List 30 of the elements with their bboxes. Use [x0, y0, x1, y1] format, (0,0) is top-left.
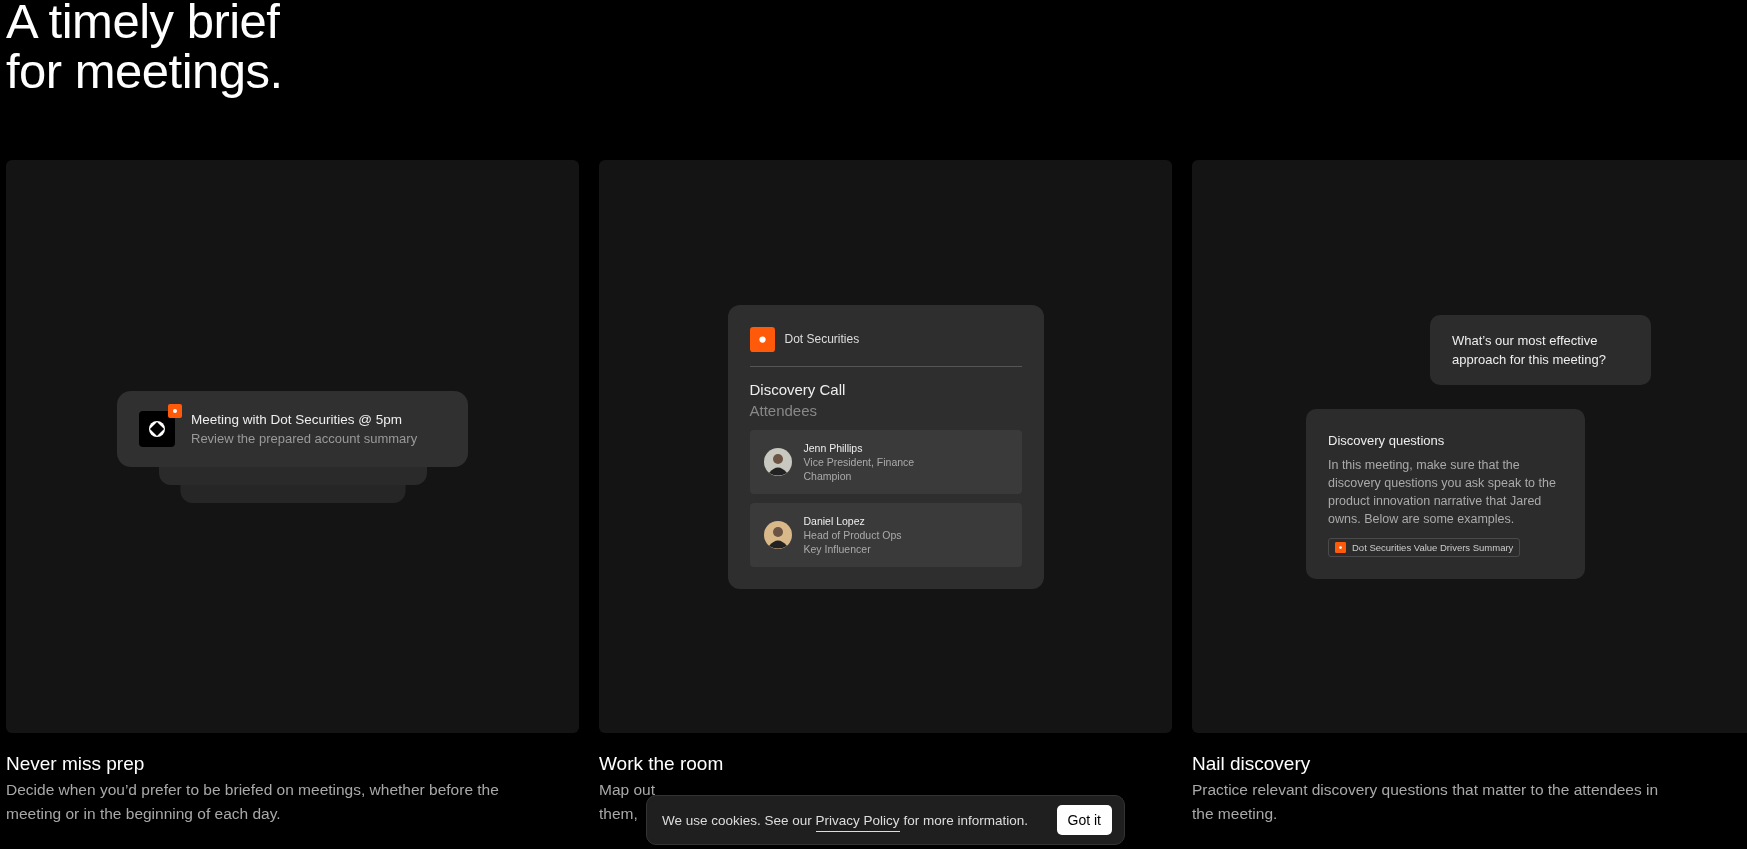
attendee-name: Daniel Lopez: [803, 514, 866, 527]
company-logo-icon: [749, 326, 775, 352]
page-heading: A timely brief for meetings.: [6, 0, 283, 96]
meeting-title: Discovery Call: [749, 380, 847, 398]
source-chip[interactable]: Dot Securities Value Drivers Summary: [1328, 537, 1521, 557]
answer-title: Discovery questions: [1328, 432, 1446, 448]
privacy-policy-link[interactable]: Privacy Policy: [815, 812, 900, 832]
company-logo-icon: [1335, 541, 1346, 553]
avatar: [763, 520, 792, 549]
company-name: Dot Securities: [784, 332, 860, 346]
app-icon: [139, 410, 175, 447]
feature-description: Practice relevant discovery questions that matter to the attendees in the meeting.: [1192, 780, 1659, 824]
attendee-tag: Key Influencer: [803, 542, 902, 555]
attendee-role: Vice President, Finance: [803, 455, 915, 468]
answer-text: In this meeting, make sure that the discovery questions you ask speak to the product innovation narrative that Jared owns. Below are some examples.: [1328, 456, 1557, 528]
feature-title: Nail discovery: [1192, 753, 1311, 775]
feature-description: Decide when you’d prefer to be briefed on meetings, whether before the meeting or in the beginning of each day.: [6, 780, 499, 824]
got-it-button[interactable]: Got it: [1056, 805, 1112, 835]
question-bubble: What’s our most effective approach for this meeting?: [1430, 314, 1651, 385]
notification-title: Meeting with Dot Securities @ 5pm: [191, 411, 404, 427]
notification-badge: [168, 403, 182, 418]
feature-description: Map out them,: [599, 780, 655, 824]
attendee-name: Jenn Phillips: [803, 441, 864, 454]
feature-title: Never miss prep: [6, 753, 145, 775]
feature-title: Work the room: [599, 753, 724, 775]
notification-subtitle: Review the prepared account summary: [191, 430, 418, 446]
avatar: [763, 447, 792, 476]
attendee-role: Head of Product Ops: [803, 528, 902, 541]
attendee-tag: Champion: [803, 469, 915, 482]
section-label: Attendees: [749, 401, 819, 419]
